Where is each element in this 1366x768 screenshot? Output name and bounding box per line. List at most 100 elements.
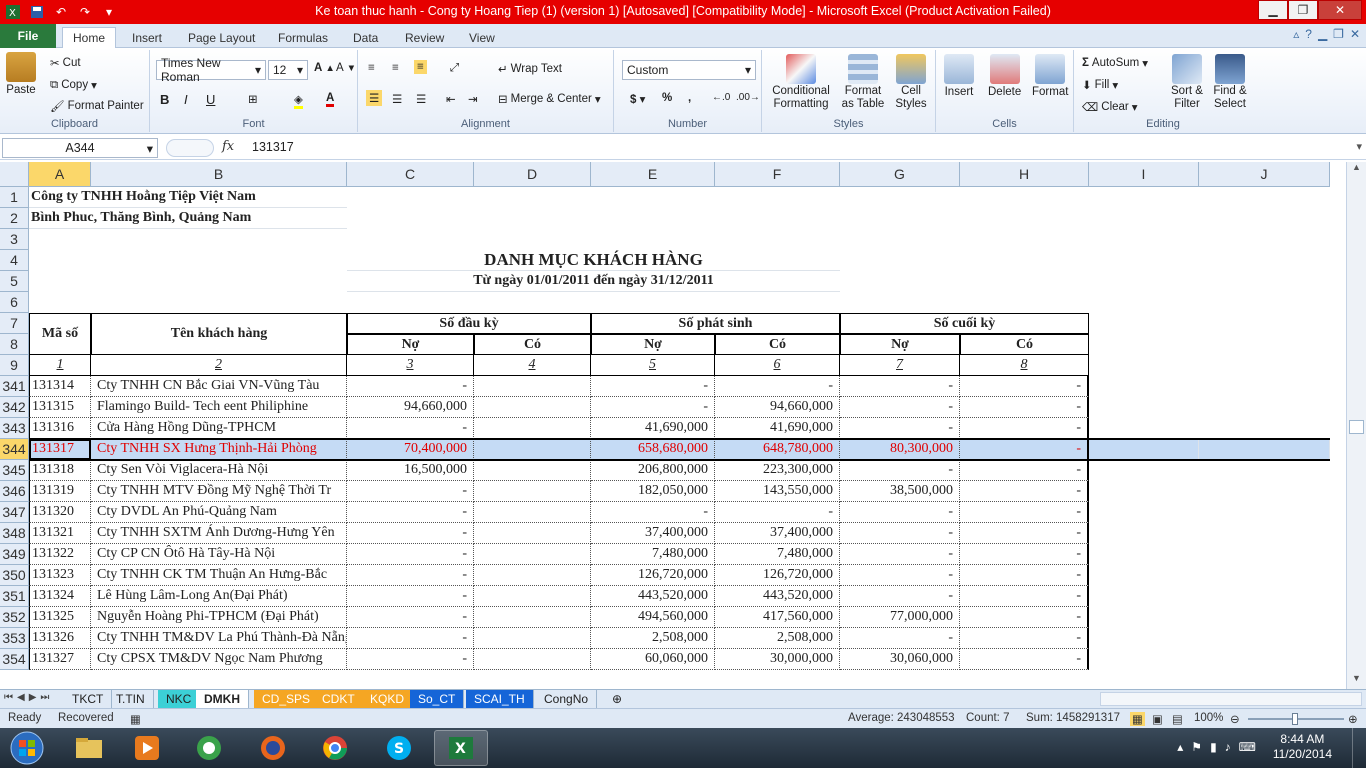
sheet-tab-scai-th[interactable]: SCAI_TH [466,690,534,708]
network-icon[interactable]: ▮ [1210,740,1217,754]
cell-h[interactable]: - [960,628,1089,649]
cell-e[interactable]: 60,060,000 [591,649,715,670]
row-header[interactable]: 345 [0,460,29,481]
cell-c[interactable]: - [347,628,474,649]
close-button[interactable]: ✕ [1318,0,1362,20]
zoom-slider-thumb[interactable] [1292,713,1298,725]
row-header[interactable]: 342 [0,397,29,418]
cell-f[interactable]: 30,000,000 [715,649,840,670]
cell-g[interactable]: - [840,376,960,397]
cell-g[interactable]: - [840,586,960,607]
copy-button[interactable]: ⧉ Copy ▾ [50,78,97,93]
row-header[interactable]: 6 [0,292,29,313]
tray-arrow-icon[interactable]: ▴ [1177,740,1183,754]
cell-g[interactable]: 38,500,000 [840,481,960,502]
cell-h[interactable]: - [960,481,1089,502]
page-break-view-icon[interactable]: ▤ [1172,712,1183,726]
page-layout-view-icon[interactable]: ▣ [1152,712,1163,726]
cell-b[interactable]: Nguyễn Hoàng Phi-TPHCM (Đại Phát) [91,607,347,628]
cell-g[interactable]: - [840,460,960,481]
tab-data[interactable]: Data [343,27,388,48]
cell-a[interactable]: 131315 [29,397,91,418]
explorer-taskbar-icon[interactable] [62,730,116,766]
cell-g[interactable]: 80,300,000 [840,439,960,460]
currency-icon[interactable]: $ ▾ [630,92,645,106]
cell-b[interactable]: Cty TNHH SXTM Ánh Dương-Hưng Yên [91,523,347,544]
row-header[interactable]: 353 [0,628,29,649]
cell-g[interactable]: - [840,418,960,439]
cell-a[interactable]: 131319 [29,481,91,502]
cell-b[interactable]: Cty CPSX TM&DV Ngọc Nam Phương [91,649,347,670]
row-header[interactable]: 352 [0,607,29,628]
decrease-decimal-icon[interactable]: .00→ [736,92,760,103]
expand-formula-icon[interactable]: ▾ [1356,140,1362,153]
cell-f[interactable]: 2,508,000 [715,628,840,649]
find-select-button[interactable]: Find & Select [1210,54,1250,111]
cell-d[interactable] [474,649,591,670]
cell-f[interactable]: 126,720,000 [715,565,840,586]
sheet-tab-kqkd[interactable]: KQKD [362,690,414,708]
keyboard-icon[interactable]: ⌨ [1239,740,1256,754]
normal-view-icon[interactable]: ▦ [1130,712,1145,726]
restore-button[interactable]: ❐ [1288,0,1318,20]
sheet-tab-dmkh[interactable]: DMKH [196,690,249,708]
cell-g[interactable]: - [840,628,960,649]
cell-i[interactable] [1089,439,1199,460]
cell-h[interactable]: - [960,439,1089,460]
scroll-thumb[interactable] [1349,420,1364,434]
cell-b[interactable]: Cửa Hàng Hồng Dũng-TPHCM [91,418,347,439]
row-header[interactable]: 350 [0,565,29,586]
cell-e[interactable]: 658,680,000 [591,439,715,460]
cell-c[interactable]: - [347,376,474,397]
increase-font-icon[interactable]: A ▲ [314,62,335,74]
row-header[interactable]: 9 [0,355,29,376]
font-color-icon[interactable]: A [326,92,335,107]
cell-c[interactable]: 94,660,000 [347,397,474,418]
delete-cells-button[interactable]: Delete [988,54,1021,98]
cell-a[interactable]: 131324 [29,586,91,607]
cell-d[interactable] [474,607,591,628]
cell-h[interactable]: - [960,565,1089,586]
column-header-a[interactable]: A [29,162,91,187]
cell-a[interactable]: 131320 [29,502,91,523]
cell-a[interactable]: 131317 [29,439,91,460]
cell-b[interactable]: Cty DVDL An Phú-Quảng Nam [91,502,347,523]
worksheet-grid[interactable]: ABCDEFGHIJ 1 2 3 4 5 6 7 8 9 341 342 343 344 345 346 34… [0,162,1346,689]
horizontal-scrollbar[interactable] [1100,692,1362,706]
cell-a[interactable]: 131327 [29,649,91,670]
tab-formulas[interactable]: Formulas [268,27,338,48]
tab-view[interactable]: View [459,27,505,48]
cell-f[interactable]: 7,480,000 [715,544,840,565]
cell-b[interactable]: Cty Sen Vòi Viglacera-Hà Nội [91,460,347,481]
cell-c[interactable]: 70,400,000 [347,439,474,460]
cell-g[interactable]: - [840,565,960,586]
cell-e[interactable]: 37,400,000 [591,523,715,544]
row-header[interactable]: 343 [0,418,29,439]
taskbar-clock[interactable]: 8:44 AM 11/20/2014 [1273,732,1332,762]
insert-function-icon[interactable]: fx [222,139,234,154]
align-middle-icon[interactable]: ≡ [392,62,399,74]
italic-icon[interactable]: I [184,92,188,107]
underline-icon[interactable]: U [206,92,215,107]
cell-b[interactable]: Cty TNHH CN Bắc Giai VN-Vũng Tàu [91,376,347,397]
tab-insert[interactable]: Insert [122,27,172,48]
zoom-slider[interactable] [1248,713,1344,725]
borders-icon[interactable]: ⊞ [248,92,258,106]
cell-e[interactable]: 2,508,000 [591,628,715,649]
cell-a[interactable]: 131323 [29,565,91,586]
cell-e[interactable]: 182,050,000 [591,481,715,502]
cell-d[interactable] [474,397,591,418]
cell-g[interactable]: - [840,523,960,544]
cell-h[interactable]: - [960,460,1089,481]
cell-e[interactable]: 494,560,000 [591,607,715,628]
column-header-f[interactable]: F [715,162,840,187]
sheet-nav-icons[interactable]: ⏮◀▶⏭ [4,692,53,703]
cell-h[interactable]: - [960,607,1089,628]
sheet-tab-so-ct[interactable]: So_CT [410,690,465,708]
cell-g[interactable]: - [840,544,960,565]
cell-styles-button[interactable]: Cell Styles [890,54,932,111]
cell-h[interactable]: - [960,586,1089,607]
cell-e[interactable]: 41,690,000 [591,418,715,439]
orientation-icon[interactable]: ⤢ [450,62,459,75]
autosum-button[interactable]: Σ AutoSum ▾ [1082,56,1148,70]
